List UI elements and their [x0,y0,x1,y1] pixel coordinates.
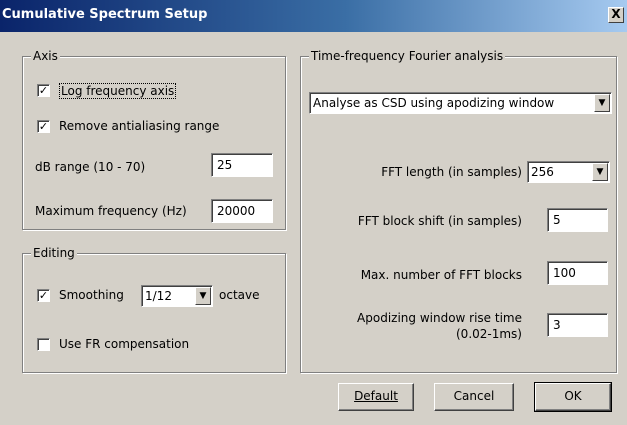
chevron-down-icon[interactable]: ▼ [594,94,610,112]
axis-group: Axis ✓ Log frequency axis ✓ Remove antia… [22,49,286,230]
check-icon: ✓ [38,120,49,133]
chevron-down-icon[interactable]: ▼ [195,287,211,305]
fft-length-value: 256 [531,165,554,179]
fft-shift-label: FFT block shift (in samples) [357,214,522,228]
title-bar[interactable]: Cumulative Spectrum Setup X [0,0,627,32]
chevron-down-icon[interactable]: ▼ [592,163,608,181]
rise-time-label-line1: Apodizing window rise time [357,311,522,325]
db-range-label: dB range (10 - 70) [35,160,146,174]
ok-button-label: OK [564,389,582,403]
editing-legend: Editing [31,246,77,260]
smoothing-checkbox[interactable]: ✓ [37,289,50,302]
cancel-button-label: Cancel [453,389,495,403]
rise-time-input[interactable]: 3 [547,313,608,337]
smoothing-select[interactable]: 1/12 ▼ [141,285,213,307]
default-button[interactable]: Default [338,383,414,411]
log-frequency-checkbox[interactable]: ✓ [37,84,50,97]
fft-length-label: FFT length (in samples) [381,165,522,179]
db-range-input[interactable]: 25 [211,153,273,177]
fr-compensation-checkbox[interactable] [37,338,50,351]
ok-button[interactable]: OK [534,382,612,412]
time-frequency-legend: Time-frequency Fourier analysis [309,49,506,63]
cancel-button[interactable]: Cancel [434,383,514,411]
analysis-mode-select[interactable]: Analyse as CSD using apodizing window ▼ [309,92,612,114]
max-frequency-input[interactable]: 20000 [211,199,273,223]
time-frequency-group: Time-frequency Fourier analysis Analyse … [300,49,617,373]
remove-antialiasing-label[interactable]: Remove antialiasing range [59,119,219,133]
close-button[interactable]: X [608,7,624,23]
max-frequency-label: Maximum frequency (Hz) [35,204,187,218]
window-title: Cumulative Spectrum Setup [2,7,208,22]
fft-length-select[interactable]: 256 ▼ [527,161,610,183]
fft-shift-input[interactable]: 5 [547,208,608,232]
axis-legend: Axis [31,49,60,63]
max-blocks-label: Max. number of FFT blocks [360,268,522,282]
analysis-mode-value: Analyse as CSD using apodizing window [313,96,555,110]
check-icon: ✓ [38,289,49,302]
editing-group: Editing ✓ Smoothing 1/12 ▼ octave Use FR… [22,246,286,373]
smoothing-suffix: octave [219,288,260,302]
dialog-window: Cumulative Spectrum Setup X Axis ✓ Log f… [0,0,627,425]
max-blocks-input[interactable]: 100 [547,261,608,285]
check-icon: ✓ [38,84,49,97]
remove-antialiasing-checkbox[interactable]: ✓ [37,120,50,133]
rise-time-label-line2: (0.02-1ms) [456,327,522,341]
fr-compensation-label[interactable]: Use FR compensation [59,337,189,351]
rise-time-label: Apodizing window rise time (0.02-1ms) [357,310,522,342]
default-button-label: Default [354,389,398,403]
smoothing-label[interactable]: Smoothing [59,288,124,302]
smoothing-value: 1/12 [145,289,172,303]
log-frequency-label[interactable]: Log frequency axis [59,83,177,99]
